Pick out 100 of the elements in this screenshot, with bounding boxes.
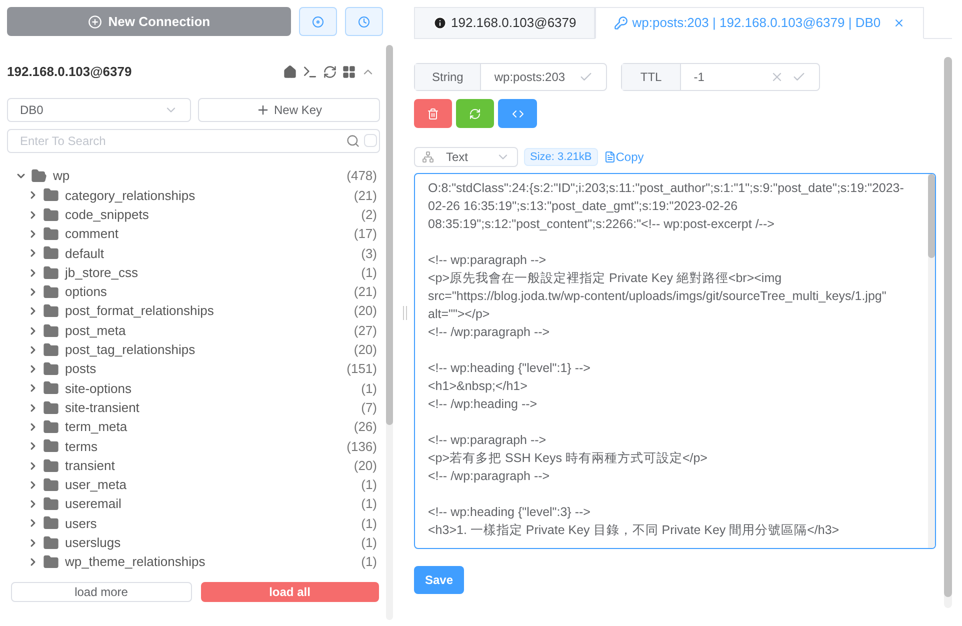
key-name: default <box>65 244 104 263</box>
folder-icon <box>43 264 59 281</box>
tree-item[interactable]: post_tag_relationships (20) <box>27 340 381 360</box>
key-name: category_relationships <box>65 186 196 205</box>
tree-item[interactable]: site-options (1) <box>27 378 381 398</box>
folder-icon <box>43 400 59 416</box>
tree-item[interactable]: posts (151) <box>27 359 381 379</box>
key-name: post_format_relationships <box>65 302 214 320</box>
folder-icon <box>43 187 59 204</box>
tree-item[interactable]: options (21) <box>27 282 381 302</box>
tree-item[interactable]: transient (20) <box>27 456 381 476</box>
folder-icon <box>43 226 59 242</box>
folder-icon <box>43 476 59 493</box>
key-count: (7) <box>361 398 377 417</box>
scrollbar[interactable] <box>386 45 393 620</box>
folder-icon <box>43 284 59 300</box>
folder-icon <box>43 496 59 512</box>
close-icon[interactable] <box>892 17 905 29</box>
format-select[interactable]: Text <box>414 147 518 167</box>
connection-name: 192.168.0.103@6379 <box>7 63 132 81</box>
tree-item[interactable]: useremail (1) <box>27 494 381 514</box>
tree-item[interactable]: term_meta (26) <box>27 417 381 437</box>
tree-item[interactable]: user_meta (1) <box>27 475 381 495</box>
tree-item[interactable]: post_meta (27) <box>27 320 381 340</box>
key-count: (20) <box>354 302 377 320</box>
folder-icon <box>43 303 59 320</box>
folder-icon <box>43 361 59 378</box>
search-input[interactable]: Enter To Search <box>20 132 342 150</box>
folder-icon <box>43 515 59 532</box>
key-count: (21) <box>354 283 377 302</box>
plus-circle-icon <box>88 14 102 28</box>
key-count: (478) <box>346 167 377 186</box>
tree-item[interactable]: category_relationships (21) <box>27 186 381 206</box>
tree-item[interactable]: terms (136) <box>27 436 381 456</box>
record-button[interactable] <box>299 7 338 36</box>
db-select[interactable]: DB0 <box>7 98 191 122</box>
tab[interactable]: 192.168.0.103@6379 <box>414 7 596 39</box>
tree-item[interactable]: post_format_relationships (20) <box>27 302 381 321</box>
key-count: (151) <box>346 360 377 378</box>
folder-icon <box>43 245 59 262</box>
tree-item[interactable]: site-transient (7) <box>27 398 381 418</box>
folder-icon <box>43 380 59 396</box>
key-count: (27) <box>354 322 377 340</box>
code-line: <!-- wp:heading {"level":3} --> <box>428 504 592 521</box>
key-name: options <box>65 283 107 302</box>
folder-icon <box>43 419 59 435</box>
tree-item[interactable]: wp_theme_relationships (1) <box>27 552 381 572</box>
tree-item[interactable]: jb_store_css (1) <box>27 262 381 282</box>
folder-icon <box>43 322 59 339</box>
scrollbar[interactable] <box>928 174 935 548</box>
key-icon <box>614 16 628 30</box>
plus-icon <box>256 102 270 116</box>
key-count: (26) <box>354 418 377 436</box>
refresh-icon[interactable] <box>323 64 337 79</box>
tree-item[interactable]: users (1) <box>27 514 381 534</box>
key-name: site-options <box>65 380 132 398</box>
code-line: <!-- wp:heading {"level":1} --> <box>428 360 592 377</box>
resize-handle[interactable] <box>403 306 407 320</box>
code-line: <h3>1. 一樣指定 Private Key 目錄，不同 Private Key 間用分號區隔</h3> <box>428 522 840 539</box>
search-field[interactable]: Enter To Search <box>7 128 380 152</box>
key-name: posts <box>65 360 96 378</box>
key-count: (17) <box>354 225 377 244</box>
folder-icon <box>43 438 59 454</box>
history-button[interactable] <box>345 7 383 36</box>
tree-item[interactable]: code_snippets (2) <box>27 205 381 224</box>
key-name: post_meta <box>65 322 126 340</box>
code-line: <p>若有多把 SSH Keys 時有兩種方式可設定</p> <box>428 450 708 467</box>
key-count: (1) <box>361 534 377 552</box>
key-count: (1) <box>361 476 377 494</box>
key-name: wp_theme_relationships <box>65 553 206 572</box>
record-icon <box>312 16 324 28</box>
terminal-icon[interactable] <box>302 64 318 80</box>
grid-icon[interactable] <box>342 64 356 79</box>
load-more-button[interactable]: load more <box>11 582 192 602</box>
code-line: <p>原先我會在一般設定裡指定 Private Key 絕對路徑<br><img src="https://blog.joda.tw/wp-content/uploads/imgs/git/sourceTree_multi_keys/1.jpg" alt=""></p> <box>428 270 888 323</box>
new-key-button[interactable]: New Key <box>198 98 380 122</box>
document-icon <box>604 151 616 163</box>
tree-item[interactable]: wp (478) <box>15 166 381 186</box>
code-line: <h1>&nbsp;</h1> <box>428 378 528 395</box>
tree-item[interactable]: default (3) <box>27 244 381 263</box>
folder-icon <box>43 458 59 474</box>
key-count: (136) <box>346 438 377 456</box>
refresh-button[interactable] <box>456 99 494 128</box>
clock-icon <box>358 16 370 28</box>
code-button[interactable] <box>498 99 537 128</box>
code-icon <box>512 108 524 120</box>
home-icon[interactable] <box>283 64 297 79</box>
key-count: (1) <box>361 553 377 572</box>
key-name: transient <box>65 456 115 475</box>
key-name: term_meta <box>65 418 128 436</box>
scrollbar[interactable] <box>944 57 952 608</box>
key-name: users <box>65 514 97 533</box>
delete-button[interactable] <box>414 99 452 128</box>
checkbox[interactable] <box>364 134 377 147</box>
tree-item[interactable]: comment (17) <box>27 224 381 244</box>
tree-item[interactable]: userslugs (1) <box>27 533 381 552</box>
key-count: (1) <box>361 264 377 282</box>
folder-icon <box>43 534 59 551</box>
code-line: <!-- /wp:paragraph --> <box>428 324 551 341</box>
size-tag: Size: 3.21kB <box>524 148 598 166</box>
